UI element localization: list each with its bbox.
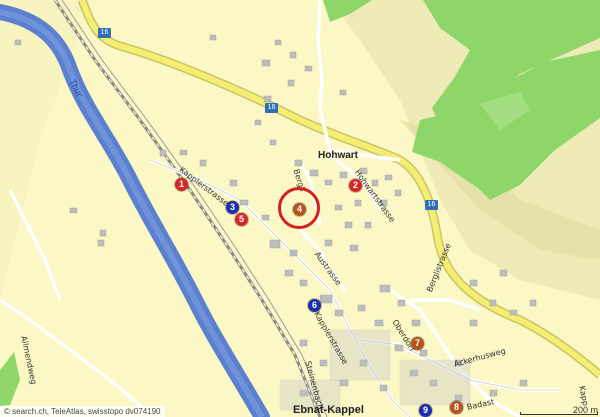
map-marker-5[interactable]: 5 bbox=[235, 213, 248, 226]
map-view[interactable]: Thur Kapplerstrasse Bergli Hohwartstrass… bbox=[0, 0, 600, 417]
map-marker-6[interactable]: 6 bbox=[308, 299, 321, 312]
road-sign-16: 16 bbox=[425, 200, 438, 210]
map-marker-7[interactable]: 7 bbox=[411, 337, 424, 350]
road-sign-16: 16 bbox=[98, 28, 111, 38]
map-marker-3[interactable]: 3 bbox=[226, 201, 239, 214]
town-label: Ebnat-Kappel bbox=[293, 404, 364, 416]
scale-bar: 200 m bbox=[520, 405, 598, 416]
scale-bar-line bbox=[520, 412, 598, 415]
map-marker-8[interactable]: 8 bbox=[450, 401, 463, 414]
forest-area bbox=[0, 352, 20, 406]
map-marker-9[interactable]: 9 bbox=[419, 404, 432, 417]
map-marker-4[interactable]: 4 bbox=[293, 203, 306, 216]
map-marker-1[interactable]: 1 bbox=[175, 178, 188, 191]
place-label-hohwart: Hohwart bbox=[318, 150, 358, 161]
road-sign-16: 16 bbox=[265, 103, 278, 113]
hill-shade bbox=[0, 0, 90, 300]
copyright-text: © search.ch, TeleAtlas, swisstopo dv0741… bbox=[0, 406, 165, 417]
map-marker-2[interactable]: 2 bbox=[349, 179, 362, 192]
